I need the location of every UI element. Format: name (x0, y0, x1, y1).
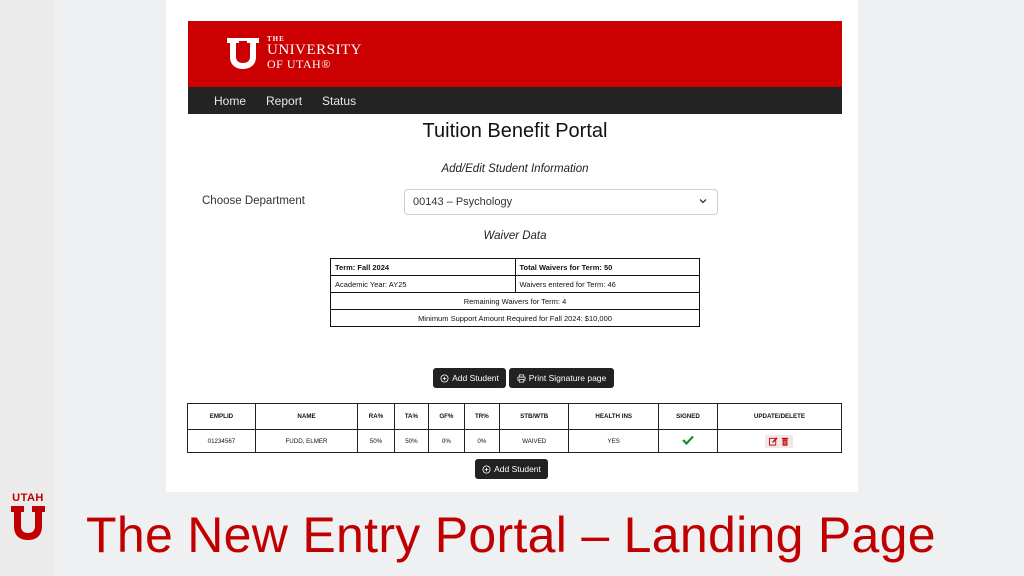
header-name: NAME (254, 403, 359, 430)
add-student-button[interactable]: Add Student (433, 368, 506, 388)
check-icon (682, 435, 694, 446)
cell-stb-wtb: WAIVED (498, 429, 570, 453)
logo-university: UNIVERSITY (267, 42, 362, 58)
waiver-academic-year: Academic Year: AY25 (330, 275, 516, 293)
block-u-icon (11, 506, 45, 540)
nav-report[interactable]: Report (258, 94, 310, 108)
page-title: Tuition Benefit Portal (422, 120, 608, 142)
department-label: Choose Department (202, 195, 305, 207)
header-tr: TR% (463, 403, 500, 430)
cell-gf: 0% (427, 429, 465, 453)
corner-utah-logo: UTAH (8, 493, 48, 545)
student-table-header: EMPLID NAME RA% TA% GF% TR% STB/WTB HEAL… (187, 403, 843, 430)
student-table: EMPLID NAME RA% TA% GF% TR% STB/WTB HEAL… (187, 403, 843, 453)
add-student-bottom-label: Add Student (494, 464, 541, 474)
edit-icon[interactable] (769, 436, 779, 446)
department-select[interactable]: 00143 – Psychology (404, 189, 718, 215)
cell-name: FUDD, ELMER (254, 429, 359, 453)
nav-home[interactable]: Home (206, 94, 254, 108)
trash-icon[interactable] (781, 437, 789, 446)
cell-tr: 0% (463, 429, 500, 453)
table-row: 01234567 FUDD, ELMER 50% 50% 0% 0% WAIVE… (187, 429, 843, 453)
print-signature-button[interactable]: Print Signature page (509, 368, 614, 388)
header-ra: RA% (357, 403, 395, 430)
cell-signed (658, 429, 718, 453)
cell-update-delete (716, 429, 843, 453)
corner-utah-text: UTAH (12, 492, 44, 504)
waiver-table: Term: Fall 2024 Total Waivers for Term: … (330, 258, 700, 327)
university-logo[interactable]: THE UNIVERSITY OF UTAH® (225, 35, 362, 71)
cell-health-ins: YES (568, 429, 660, 453)
cell-emplid: 01234567 (187, 429, 256, 453)
waiver-minimum: Minimum Support Amount Required for Fall… (330, 309, 700, 327)
header-health-ins: HEALTH INS (568, 403, 660, 430)
header-signed: SIGNED (658, 403, 718, 430)
slide-title: The New Entry Portal – Landing Page (86, 507, 936, 563)
plus-circle-icon (482, 464, 491, 474)
waiver-total: Total Waivers for Term: 50 (514, 258, 700, 276)
print-signature-label: Print Signature page (528, 373, 607, 383)
waiver-remaining: Remaining Waivers for Term: 4 (330, 292, 700, 310)
cell-ta: 50% (393, 429, 429, 453)
header-stb-wtb: STB/WTB (498, 403, 570, 430)
add-student-bottom-button[interactable]: Add Student (475, 459, 548, 479)
nav-bar: Home Report Status (188, 87, 842, 114)
cell-ra: 50% (357, 429, 395, 453)
plus-circle-icon (440, 373, 449, 383)
chevron-down-icon (699, 199, 707, 204)
logo-of-utah: OF UTAH® (267, 57, 331, 71)
left-band (0, 0, 54, 576)
waiver-term: Term: Fall 2024 (330, 258, 516, 276)
header-gf: GF% (427, 403, 465, 430)
header-emplid: EMPLID (187, 403, 256, 430)
block-u-icon (227, 38, 259, 69)
add-student-label: Add Student (452, 373, 499, 383)
department-selected-value: 00143 – Psychology (413, 196, 513, 208)
logo-wordmark: THE UNIVERSITY OF UTAH® (267, 36, 362, 71)
header-banner: THE UNIVERSITY OF UTAH® (188, 21, 842, 87)
printer-icon (517, 374, 526, 382)
waiver-entered: Waivers entered for Term: 46 (514, 275, 700, 293)
nav-status[interactable]: Status (314, 94, 364, 108)
page-subtitle: Add/Edit Student Information (441, 163, 589, 175)
header-ta: TA% (393, 403, 429, 430)
waiver-data-title: Waiver Data (483, 230, 547, 242)
header-update-delete: UPDATE/DELETE (716, 403, 843, 430)
